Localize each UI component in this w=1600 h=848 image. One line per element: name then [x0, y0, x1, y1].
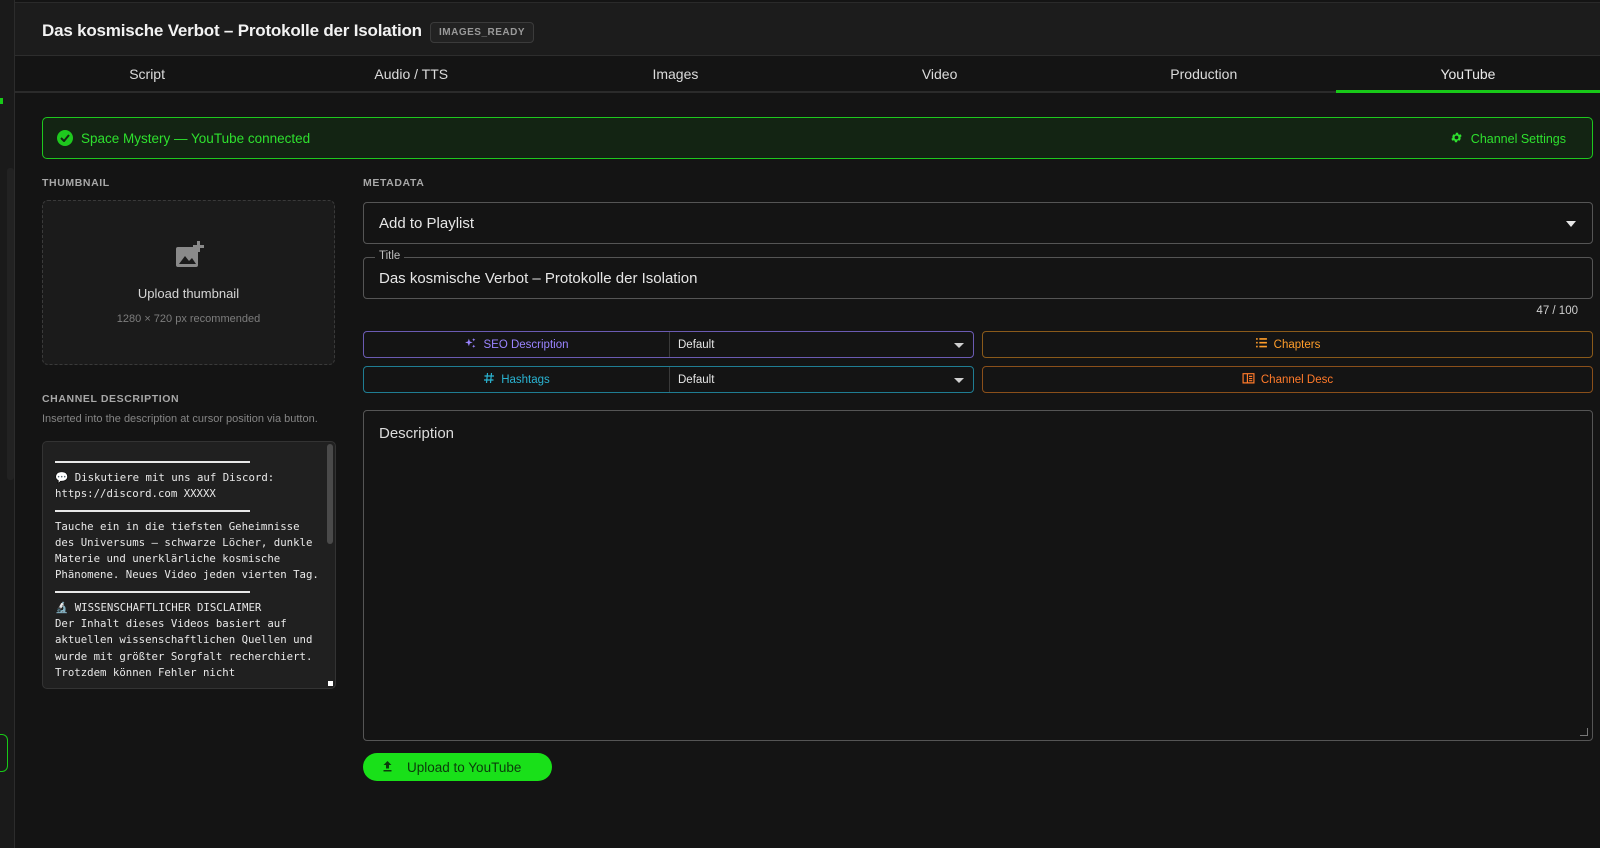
channel-desc-button[interactable]: Channel Desc [982, 366, 1593, 393]
tab-audio-tts[interactable]: Audio / TTS [279, 57, 543, 91]
tab-bar: Script Audio / TTS Images Video Producti… [15, 57, 1600, 93]
seo-template-value: Default [678, 339, 715, 351]
hashtag-icon [483, 372, 495, 387]
disclaimer-block: 🔬 WISSENSCHAFTLICHER DISCLAIMER Der Inha… [55, 600, 313, 679]
upload-to-youtube-button[interactable]: Upload to YouTube [363, 753, 552, 781]
upload-thumbnail-label: Upload thumbnail [137, 286, 240, 301]
playlist-select[interactable]: Add to Playlist [363, 202, 1593, 244]
channel-description-hint: Inserted into the description at cursor … [42, 413, 318, 425]
thumbnail-section-label: THUMBNAIL [42, 177, 110, 189]
seo-template-select[interactable]: Default [669, 332, 973, 357]
tab-images[interactable]: Images [543, 57, 807, 91]
side-strip [0, 0, 15, 848]
sparkles-icon [464, 337, 477, 353]
connection-message: Space Mystery — YouTube connected [81, 131, 311, 146]
side-active-item[interactable] [0, 734, 8, 772]
seo-description-button[interactable]: SEO Description [364, 332, 669, 357]
playlist-select-value: Add to Playlist [379, 215, 475, 232]
hashtags-label: Hashtags [501, 373, 550, 386]
channel-description-section-label: CHANNEL DESCRIPTION [42, 393, 180, 405]
tab-youtube[interactable]: YouTube [1335, 57, 1600, 93]
tab-production[interactable]: Production [1072, 57, 1336, 91]
chevron-down-icon [1566, 221, 1576, 227]
chapters-label: Chapters [1273, 338, 1321, 351]
list-icon [1255, 337, 1268, 352]
divider [55, 590, 250, 593]
gear-icon [1450, 131, 1463, 147]
chevron-down-icon [954, 343, 964, 348]
tab-script[interactable]: Script [15, 57, 279, 91]
project-header: Das kosmische Verbot – Protokolle der Is… [15, 2, 1600, 56]
discord-block: 💬 Diskutiere mit uns auf Discord: https:… [55, 471, 275, 501]
channel-description-content: 💬 Diskutiere mit uns auf Discord: https:… [55, 454, 320, 681]
divider [55, 509, 250, 512]
channel-description-textarea[interactable]: 💬 Diskutiere mit uns auf Discord: https:… [42, 441, 336, 689]
textarea-scrollbar[interactable] [327, 444, 333, 544]
hashtags-group: Hashtags Default [363, 366, 974, 393]
seo-description-label: SEO Description [483, 338, 569, 351]
title-input[interactable]: Title Das kosmische Verbot – Protokolle … [363, 250, 1593, 299]
resize-handle[interactable] [1580, 728, 1588, 736]
connection-banner: Space Mystery — YouTube connected Channe… [42, 117, 1593, 159]
hashtags-button[interactable]: Hashtags [364, 367, 669, 392]
metadata-section-label: METADATA [363, 177, 425, 189]
description-textarea[interactable]: Description [363, 410, 1593, 741]
hashtags-template-select[interactable]: Default [669, 367, 973, 392]
tab-video[interactable]: Video [808, 57, 1072, 91]
status-badge: IMAGES_READY [430, 22, 535, 43]
thumbnail-size-hint: 1280 × 720 px recommended [116, 313, 261, 325]
divider [55, 461, 250, 463]
side-scrollbar[interactable] [7, 168, 14, 480]
channel-settings-button[interactable]: Channel Settings [1450, 131, 1566, 147]
chapters-button[interactable]: Chapters [982, 331, 1593, 358]
add-photo-icon [175, 241, 205, 274]
title-label: Title [375, 250, 405, 262]
channel-settings-label: Channel Settings [1470, 132, 1566, 146]
title-char-counter: 47 / 100 [1536, 305, 1578, 317]
side-indicator [0, 98, 3, 104]
book-icon [1242, 372, 1255, 387]
title-value: Das kosmische Verbot – Protokolle der Is… [379, 270, 698, 287]
project-title: Das kosmische Verbot – Protokolle der Is… [42, 21, 422, 40]
hashtags-template-value: Default [678, 374, 715, 386]
seo-description-group: SEO Description Default [363, 331, 974, 358]
upload-icon [382, 760, 393, 775]
upload-to-youtube-label: Upload to YouTube [407, 759, 522, 775]
chevron-down-icon [954, 378, 964, 383]
channel-desc-label: Channel Desc [1260, 373, 1334, 386]
channel-intro-block: Tauche ein in die tiefsten Geheimnisse d… [55, 519, 319, 582]
thumbnail-upload-area[interactable]: Upload thumbnail 1280 × 720 px recommend… [42, 200, 335, 365]
check-circle-icon [57, 130, 73, 146]
description-placeholder: Description [379, 425, 455, 442]
resize-handle[interactable] [328, 681, 333, 686]
